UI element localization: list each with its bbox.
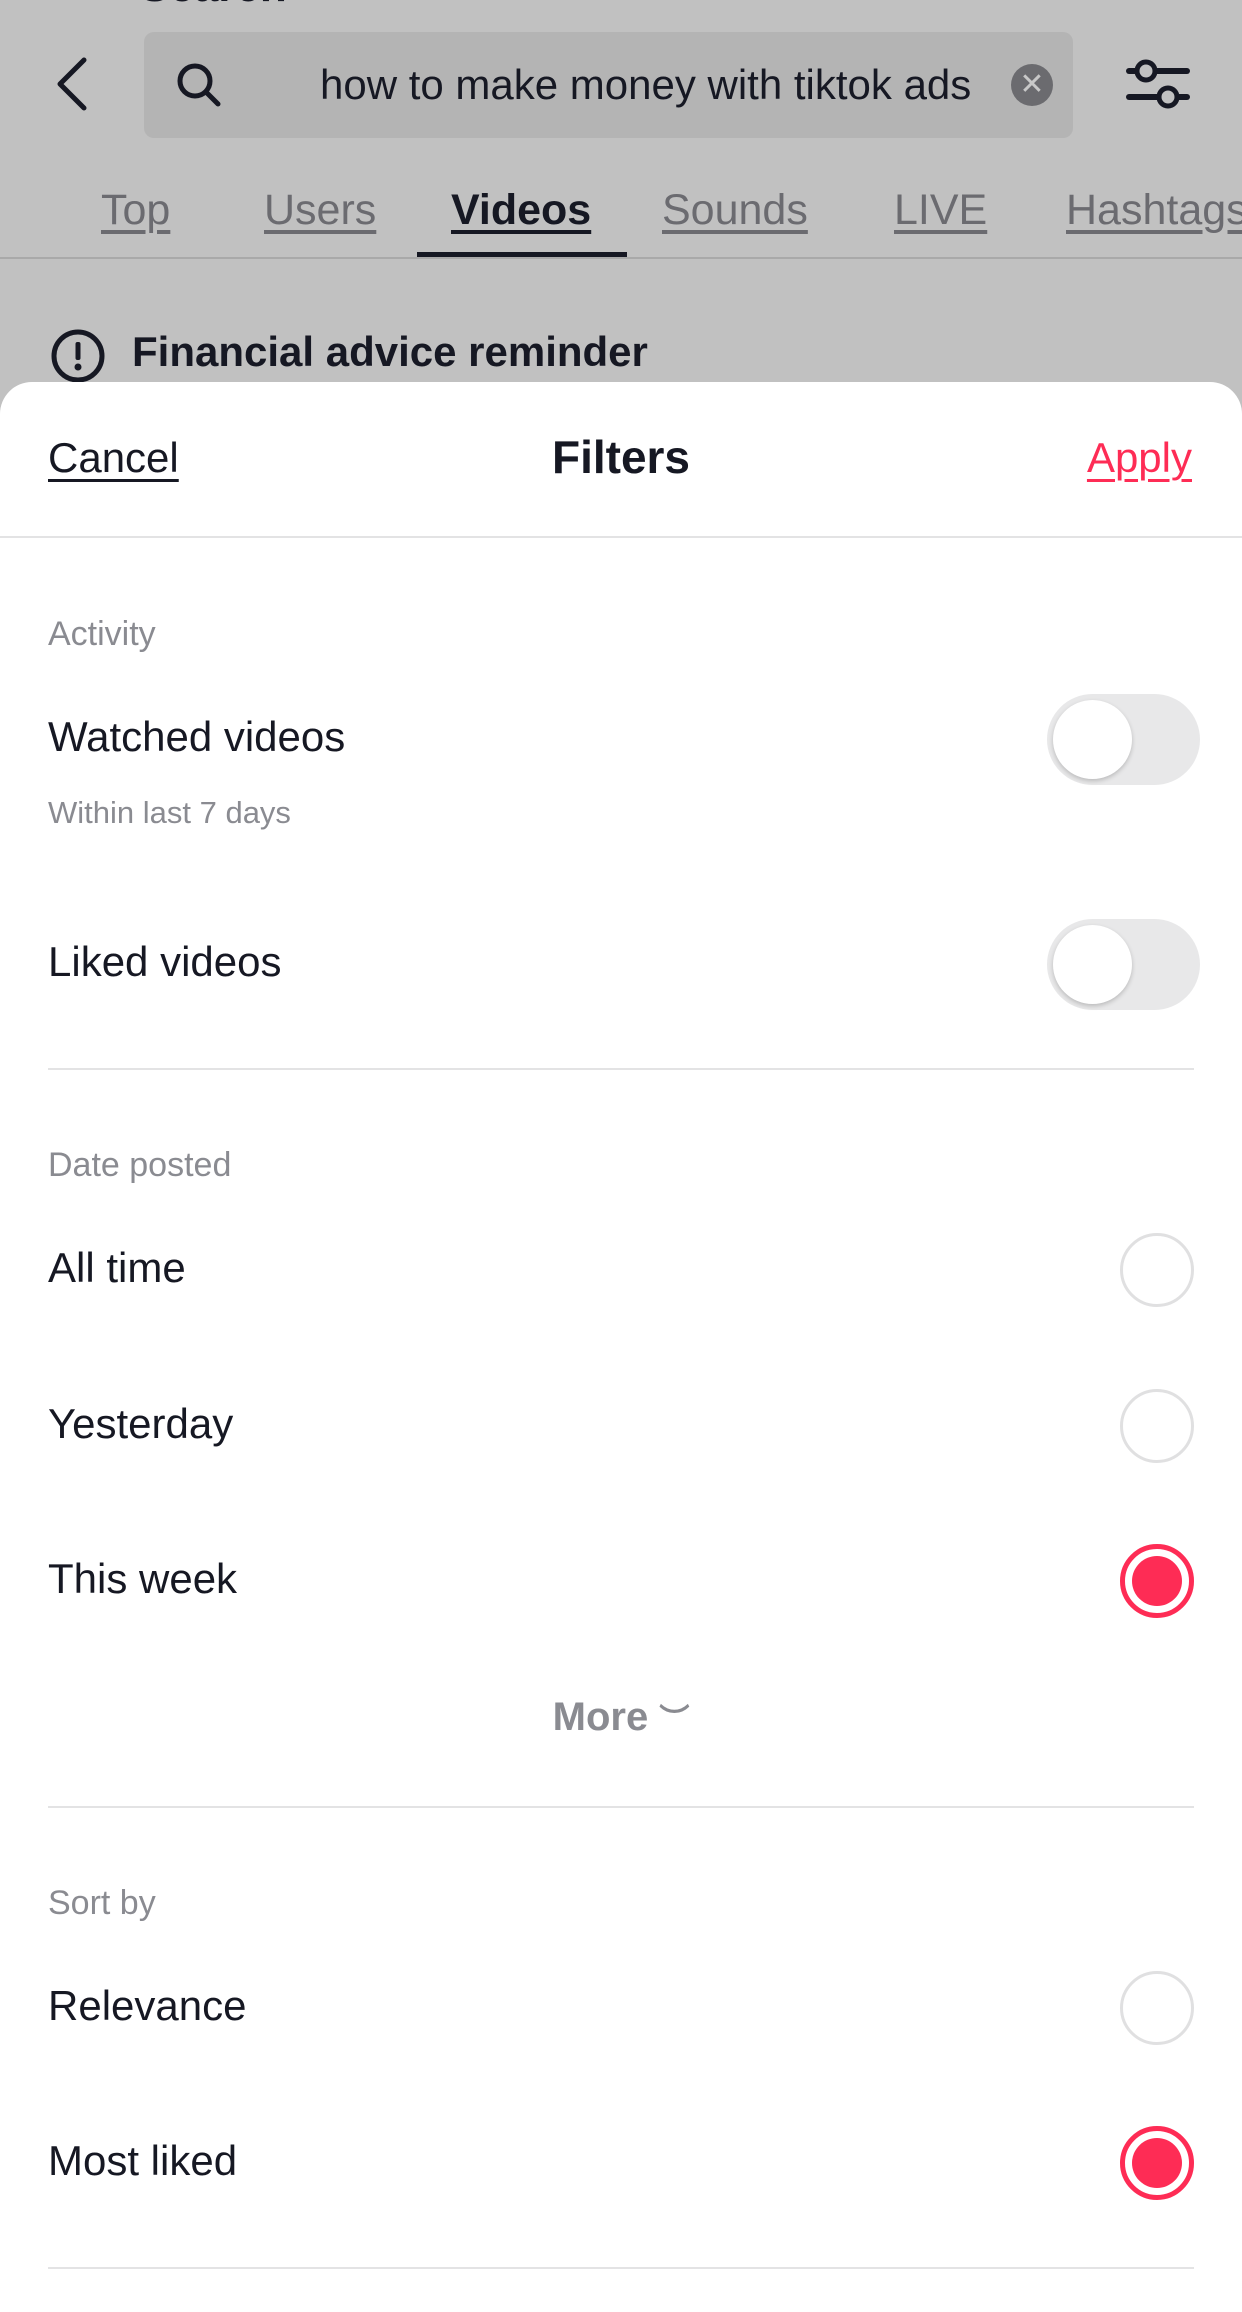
tab-top[interactable]: Top [101,186,170,235]
watched-videos-toggle[interactable] [1047,694,1200,785]
sheet-title: Filters [551,431,691,483]
apply-button[interactable]: Apply [1087,434,1192,482]
radio-yesterday[interactable] [1120,1389,1194,1463]
option-most-liked[interactable]: Most liked [48,2137,237,2185]
option-this-week[interactable]: This week [48,1555,237,1603]
radio-this-week[interactable] [1120,1544,1194,1618]
option-all-time[interactable]: All time [48,1244,186,1292]
watched-videos-label: Watched videos [48,713,346,760]
sliders-icon [1126,59,1190,109]
page-title: Search [140,0,287,12]
tabs-divider [0,257,1242,259]
liked-videos-label: Liked videos [48,938,282,985]
toggle-knob [1053,700,1132,779]
section-label-date-posted: Date posted [48,1146,232,1184]
radio-all-time[interactable] [1120,1233,1194,1307]
tab-hashtags[interactable]: Hashtags [1066,186,1242,235]
back-button[interactable] [48,54,98,114]
section-label-sort-by: Sort by [48,1884,156,1922]
tab-videos[interactable]: Videos [451,186,591,235]
search-input[interactable]: how to make money with tiktok ads ✕ [144,32,1073,138]
search-icon [177,63,221,107]
more-button[interactable]: More ︶ [0,1695,1242,1740]
clear-search-icon[interactable]: ✕ [1011,64,1053,106]
chevron-left-icon [57,57,87,111]
toggle-knob [1053,925,1132,1004]
section-label-activity: Activity [48,615,156,653]
filter-button[interactable] [1124,56,1192,117]
chevron-down-icon: ︶ [659,1704,690,1737]
radio-most-liked[interactable] [1120,2126,1194,2200]
radio-relevance[interactable] [1120,1971,1194,2045]
more-label: More [552,1695,649,1739]
info-icon [50,328,106,389]
tab-users[interactable]: Users [264,186,376,235]
tab-sounds[interactable]: Sounds [662,186,808,235]
section-divider [48,1068,1194,1070]
financial-advice-reminder[interactable]: Financial advice reminder [132,328,648,376]
liked-videos-toggle[interactable] [1047,919,1200,1010]
watched-videos-sub: Within last 7 days [48,795,291,830]
section-divider [48,2267,1194,2269]
header-divider [0,536,1242,538]
search-query: how to make money with tiktok ads [320,61,972,108]
tab-live[interactable]: LIVE [894,186,987,235]
option-relevance[interactable]: Relevance [48,1982,246,2030]
section-divider [48,1806,1194,1808]
option-yesterday[interactable]: Yesterday [48,1400,233,1448]
